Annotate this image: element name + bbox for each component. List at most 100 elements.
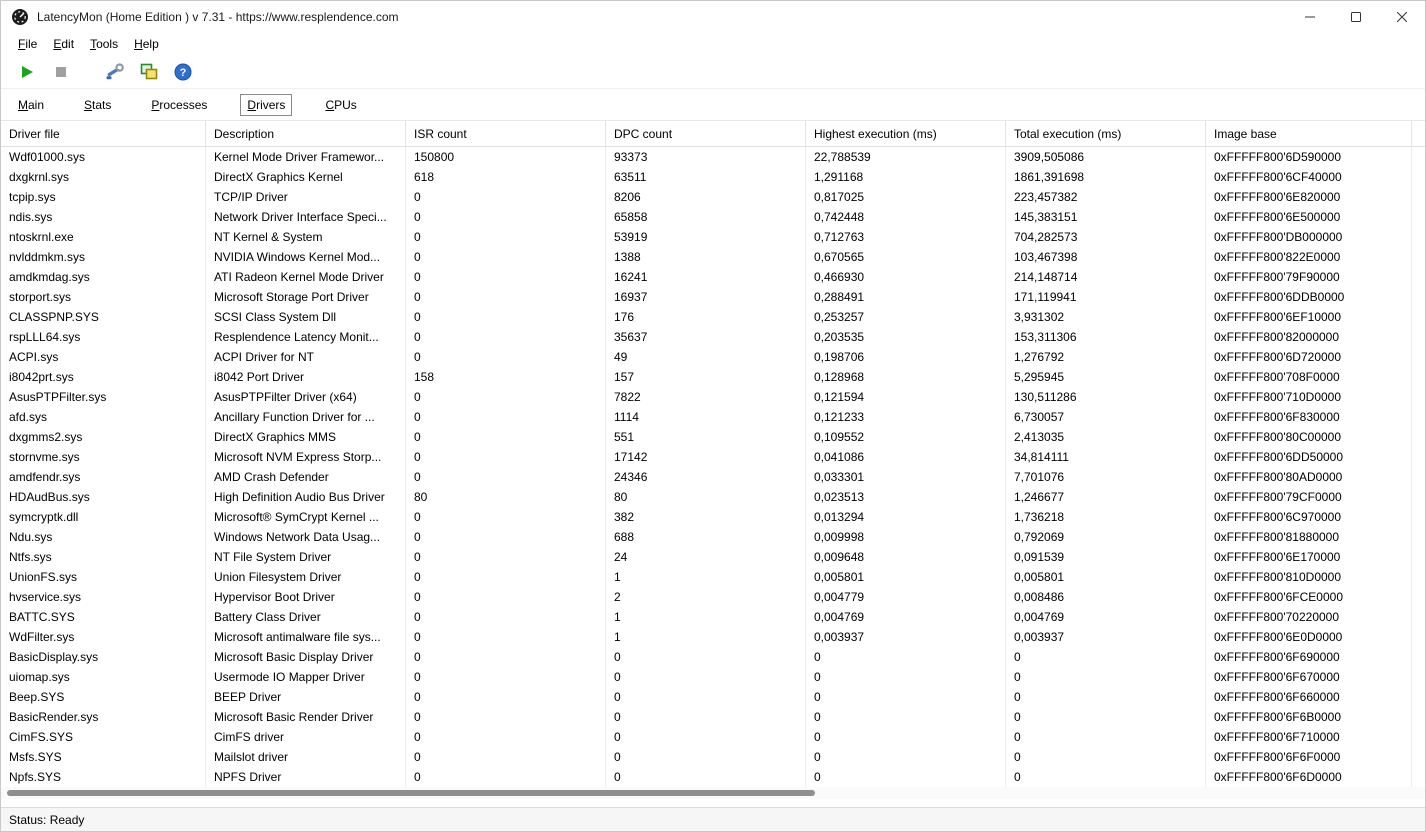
table-row[interactable]: ndis.sysNetwork Driver Interface Speci..… [1,207,1425,227]
table-cell: Usermode IO Mapper Driver [206,667,406,687]
table-cell: 223,457382 [1006,187,1206,207]
menu-help[interactable]: Help [126,35,167,53]
table-cell: 0 [406,567,606,587]
table-row[interactable]: stornvme.sysMicrosoft NVM Express Storp.… [1,447,1425,467]
table-row[interactable]: amdfendr.sysAMD Crash Defender0243460,03… [1,467,1425,487]
help-button[interactable]: ? [169,59,197,85]
stop-monitor-button[interactable] [47,59,75,85]
table-cell: 0 [406,187,606,207]
table-cell: 0 [406,467,606,487]
maximize-button[interactable] [1333,1,1379,33]
table-row[interactable]: ntoskrnl.exeNT Kernel & System0539190,71… [1,227,1425,247]
table-cell: 0 [406,587,606,607]
close-button[interactable] [1379,1,1425,33]
table-row[interactable]: UnionFS.sysUnion Filesystem Driver010,00… [1,567,1425,587]
table-row[interactable]: uiomap.sysUsermode IO Mapper Driver00000… [1,667,1425,687]
table-cell: Ancillary Function Driver for ... [206,407,406,427]
table-row[interactable]: BasicDisplay.sysMicrosoft Basic Display … [1,647,1425,667]
table-row[interactable]: dxgkrnl.sysDirectX Graphics Kernel618635… [1,167,1425,187]
table-cell: amdfendr.sys [1,467,206,487]
minimize-button[interactable] [1287,1,1333,33]
table-cell: 0 [406,227,606,247]
table-row[interactable]: Wdf01000.sysKernel Mode Driver Framewor.… [1,147,1425,167]
table-cell: 0,466930 [806,267,1006,287]
table-cell: UnionFS.sys [1,567,206,587]
table-row[interactable]: BasicRender.sysMicrosoft Basic Render Dr… [1,707,1425,727]
table-cell: 0xFFFFF800'80C00000 [1206,427,1412,447]
table-row[interactable]: AsusPTPFilter.sysAsusPTPFilter Driver (x… [1,387,1425,407]
table-cell: 0 [1006,667,1206,687]
table-cell: 0,253257 [806,307,1006,327]
table-row[interactable]: nvlddmkm.sysNVIDIA Windows Kernel Mod...… [1,247,1425,267]
table-cell: ntoskrnl.exe [1,227,206,247]
table-cell: amdkmdag.sys [1,267,206,287]
table-cell: 0xFFFFF800'6E0D0000 [1206,627,1412,647]
column-header-description[interactable]: Description [206,121,406,146]
horizontal-scrollbar-thumb[interactable] [7,790,815,796]
table-cell: 0xFFFFF800'79F90000 [1206,267,1412,287]
tab-processes[interactable]: Processes [144,94,214,116]
table-row[interactable]: symcryptk.dllMicrosoft® SymCrypt Kernel … [1,507,1425,527]
table-row[interactable]: hvservice.sysHypervisor Boot Driver020,0… [1,587,1425,607]
tab-cpus[interactable]: CPUs [318,94,363,116]
table-cell: 80 [406,487,606,507]
table-row[interactable]: Ntfs.sysNT File System Driver0240,009648… [1,547,1425,567]
table-row[interactable]: Beep.SYSBEEP Driver00000xFFFFF800'6F6600… [1,687,1425,707]
table-cell: 2,413035 [1006,427,1206,447]
table-cell-filler [1412,727,1425,747]
table-cell: 0 [406,627,606,647]
table-row[interactable]: Msfs.SYSMailslot driver00000xFFFFF800'6F… [1,747,1425,767]
table-cell: 0,792069 [1006,527,1206,547]
table-row[interactable]: Npfs.SYSNPFS Driver00000xFFFFF800'6F6D00… [1,767,1425,787]
column-header-driver-file[interactable]: Driver file [1,121,206,146]
tab-drivers[interactable]: Drivers [240,94,292,116]
table-row[interactable]: i8042prt.sysi8042 Port Driver1581570,128… [1,367,1425,387]
table-cell: AsusPTPFilter.sys [1,387,206,407]
table-cell: Network Driver Interface Speci... [206,207,406,227]
table-cell: BasicDisplay.sys [1,647,206,667]
table-row[interactable]: BATTC.SYSBattery Class Driver010,0047690… [1,607,1425,627]
table-cell: NPFS Driver [206,767,406,787]
column-header-dpc-count[interactable]: DPC count [606,121,806,146]
menu-tools[interactable]: Tools [82,35,126,53]
table-cell: 0,009648 [806,547,1006,567]
menu-file[interactable]: File [10,35,45,53]
table-row[interactable]: WdFilter.sysMicrosoft antimalware file s… [1,627,1425,647]
table-cell-filler [1412,667,1425,687]
start-monitor-button[interactable] [13,59,41,85]
table-cell: 0 [406,347,606,367]
table-cell: NVIDIA Windows Kernel Mod... [206,247,406,267]
column-header-total-execution[interactable]: Total execution (ms) [1006,121,1206,146]
table-row[interactable]: dxgmms2.sysDirectX Graphics MMS05510,109… [1,427,1425,447]
table-cell: 3,931302 [1006,307,1206,327]
table-cell-filler [1412,627,1425,647]
menu-edit[interactable]: Edit [45,35,82,53]
tab-stats[interactable]: Stats [77,94,118,116]
table-row[interactable]: tcpip.sysTCP/IP Driver082060,817025223,4… [1,187,1425,207]
table-cell: 0 [606,767,806,787]
tab-main[interactable]: Main [11,94,51,116]
table-cell: 0 [806,767,1006,787]
table-cell: 0,121233 [806,407,1006,427]
table-row[interactable]: CLASSPNP.SYSSCSI Class System Dll01760,2… [1,307,1425,327]
table-row[interactable]: storport.sysMicrosoft Storage Port Drive… [1,287,1425,307]
column-header-highest-execution[interactable]: Highest execution (ms) [806,121,1006,146]
table-row[interactable]: Ndu.sysWindows Network Data Usag...06880… [1,527,1425,547]
options-button[interactable] [101,59,129,85]
stacked-windows-button[interactable] [135,59,163,85]
horizontal-scrollbar[interactable] [1,787,1425,799]
table-cell: 618 [406,167,606,187]
table-row[interactable]: ACPI.sysACPI Driver for NT0490,1987061,2… [1,347,1425,367]
table-row[interactable]: HDAudBus.sysHigh Definition Audio Bus Dr… [1,487,1425,507]
column-header-image-base[interactable]: Image base [1206,121,1412,146]
table-cell: 171,119941 [1006,287,1206,307]
table-row[interactable]: afd.sysAncillary Function Driver for ...… [1,407,1425,427]
table-cell: Resplendence Latency Monit... [206,327,406,347]
table-cell: 1 [606,567,806,587]
table-row[interactable]: CimFS.SYSCimFS driver00000xFFFFF800'6F71… [1,727,1425,747]
table-cell: hvservice.sys [1,587,206,607]
table-row[interactable]: amdkmdag.sysATI Radeon Kernel Mode Drive… [1,267,1425,287]
table-row[interactable]: rspLLL64.sysResplendence Latency Monit..… [1,327,1425,347]
column-header-isr-count[interactable]: ISR count [406,121,606,146]
table-cell: Windows Network Data Usag... [206,527,406,547]
